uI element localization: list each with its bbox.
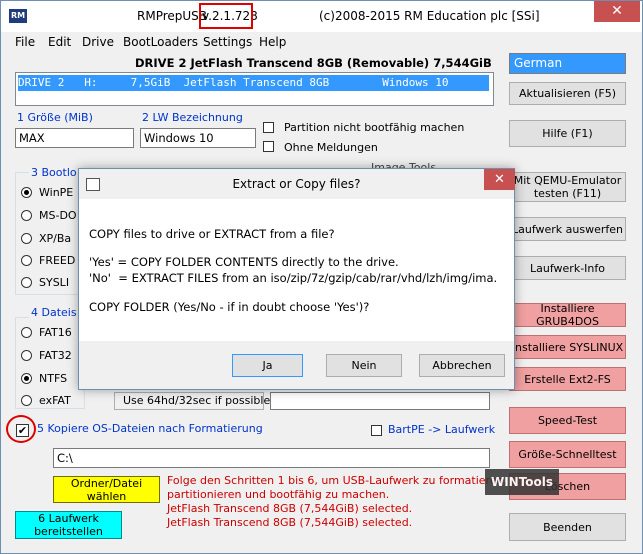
close-button[interactable]: ✕ (594, 1, 640, 22)
help-button[interactable]: Hilfe (F1) (509, 120, 626, 147)
radio-fat32-label: FAT32 (39, 349, 72, 362)
drive-info-button[interactable]: Laufwerk-Info (509, 256, 626, 280)
step2-label: 2 LW Bezeichnung (142, 111, 243, 124)
radio-fat32[interactable] (21, 350, 32, 361)
no-messages-checkbox[interactable] (263, 141, 274, 152)
radio-ntfs-label: NTFS (39, 372, 68, 385)
install-grub4dos-button[interactable]: Installiere GRUB4DOS (509, 302, 626, 328)
dialog-question: COPY files to drive or EXTRACT from a fi… (89, 227, 335, 241)
checkbox-highlight (6, 415, 36, 443)
copyright: (c)2008-2015 RM Education plc [SSi] (319, 9, 540, 23)
status-line-4: JetFlash Transcend 8GB (7,544GiB) select… (167, 516, 413, 529)
step1-label: 1 Größe (MiB) (17, 111, 93, 124)
source-path-input[interactable]: C:\ (53, 448, 490, 468)
step3-label: 3 Bootlo (29, 166, 79, 179)
qemu-test-button[interactable]: Mit QEMU-Emulator testen (F11) (509, 172, 626, 202)
status-line-2: partitionieren und bootfähig zu machen. (167, 488, 390, 501)
refresh-button[interactable]: Aktualisieren (F5) (509, 82, 626, 105)
drive-list[interactable]: DRIVE 2 H: 7,5GiB JetFlash Transcend 8GB… (15, 72, 494, 106)
dialog-title-bar: Extract or Copy files? ✕ (79, 169, 515, 199)
bartpe-checkbox[interactable] (371, 425, 382, 436)
app-name: RMPrepUSB (137, 9, 208, 23)
radio-winpe[interactable] (21, 187, 32, 198)
menu-bootloaders[interactable]: BootLoaders (123, 35, 198, 49)
main-window: RM RMPrepUSB v.2.1.728 (c)2008-2015 RM E… (0, 0, 643, 554)
dialog-no-button[interactable]: Nein (326, 354, 402, 377)
not-bootable-checkbox[interactable] (263, 122, 274, 133)
radio-syslinux-label: SYSLI (39, 276, 70, 289)
menu-file[interactable]: File (15, 35, 35, 49)
radio-syslinux[interactable] (21, 277, 32, 288)
radio-xp-label: XP/Ba (39, 232, 72, 245)
step4-label: 4 Dateis (29, 306, 79, 319)
language-select[interactable]: German (509, 53, 626, 74)
status-line-3: JetFlash Transcend 8GB (7,544GiB) select… (167, 502, 413, 515)
app-icon: RM (9, 9, 27, 23)
choose-folder-button[interactable]: Ordner/Datei wählen (53, 476, 160, 503)
dialog-title: Extract or Copy files? (232, 177, 361, 191)
image-tools-field[interactable] (270, 392, 490, 410)
speed-test-button[interactable]: Speed-Test (509, 407, 626, 434)
create-ext2fs-button[interactable]: Erstelle Ext2-FS (509, 367, 626, 391)
eject-drive-button[interactable]: Laufwerk auswerfen (509, 217, 626, 241)
radio-xp[interactable] (21, 233, 32, 244)
radio-msdos[interactable] (21, 210, 32, 221)
radio-freedos[interactable] (21, 255, 32, 266)
not-bootable-label: Partition nicht bootfähig machen (284, 121, 465, 134)
dialog-close-button[interactable]: ✕ (484, 169, 515, 190)
menu-settings[interactable]: Settings (203, 35, 252, 49)
wintools-watermark: WINTools (485, 469, 559, 495)
radio-freedos-label: FREED (39, 254, 76, 267)
exit-button[interactable]: Beenden (509, 513, 626, 541)
radio-msdos-label: MS-DO (39, 209, 77, 222)
size-quicktest-button[interactable]: Größe-Schnelltest (509, 441, 626, 468)
menu-help[interactable]: Help (259, 35, 286, 49)
step5-label: 5 Kopiere OS-Dateien nach Formatierung (37, 422, 263, 435)
bartpe-label: BartPE -> Laufwerk (388, 423, 496, 436)
status-line-1: Folge den Schritten 1 bis 6, um USB-Lauf… (167, 474, 508, 487)
menu-edit[interactable]: Edit (48, 35, 71, 49)
radio-exfat[interactable] (21, 395, 32, 406)
drive-title: DRIVE 2 JetFlash Transcend 8GB (Removabl… (135, 56, 492, 70)
dialog-yes-explanation: 'Yes' = COPY FOLDER CONTENTS directly to… (89, 255, 399, 269)
use-64hd-option[interactable]: Use 64hd/32sec if possible (114, 392, 270, 410)
dialog-no-explanation: 'No' = EXTRACT FILES from an iso/zip/7z/… (89, 271, 498, 285)
dialog-prompt: COPY FOLDER (Yes/No - if in doubt choose… (89, 300, 370, 314)
size-input[interactable]: MAX (15, 128, 134, 148)
prepare-drive-button[interactable]: 6 Laufwerk bereitstellen (15, 511, 122, 539)
dialog-footer: Ja Nein Abbrechen (79, 341, 514, 389)
drive-list-selected-row[interactable]: DRIVE 2 H: 7,5GiB JetFlash Transcend 8GB… (18, 75, 489, 91)
menu-drive[interactable]: Drive (82, 35, 114, 49)
radio-exfat-label: exFAT (39, 394, 71, 407)
radio-fat16[interactable] (21, 327, 32, 338)
dialog-yes-button[interactable]: Ja (232, 354, 303, 377)
radio-ntfs[interactable] (21, 373, 32, 384)
radio-fat16-label: FAT16 (39, 326, 72, 339)
install-syslinux-button[interactable]: Installiere SYSLINUX (509, 335, 626, 359)
radio-winpe-label: WinPE (39, 186, 74, 199)
version-highlight (199, 3, 253, 29)
extract-or-copy-dialog: Extract or Copy files? ✕ COPY files to d… (78, 168, 515, 390)
dialog-cancel-button[interactable]: Abbrechen (419, 354, 505, 377)
volume-label-input[interactable]: Windows 10 (140, 128, 256, 148)
title-bar: RM RMPrepUSB v.2.1.728 (c)2008-2015 RM E… (1, 1, 642, 32)
no-messages-label: Ohne Meldungen (284, 141, 378, 154)
